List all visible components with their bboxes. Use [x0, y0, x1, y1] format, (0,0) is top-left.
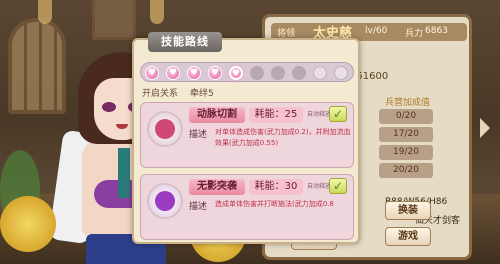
auto-cast-checkbox[interactable]: ✓	[329, 178, 347, 194]
description-label: 描述	[189, 130, 208, 140]
bond-node[interactable]	[334, 66, 348, 80]
bond-progress-track: ♥ ♥ ♥ ♥ ♥	[140, 62, 354, 82]
heart-icon: ♥	[168, 68, 178, 78]
auto-cast-label: 自动释放	[307, 183, 332, 190]
description-label: 描述	[189, 202, 208, 212]
bonus-value: 0/20	[379, 109, 433, 124]
bond-node[interactable]	[313, 66, 327, 80]
mouth	[116, 124, 128, 129]
bonus-section-title: 兵营加成值	[385, 98, 431, 108]
bond-node[interactable]: ♥	[187, 66, 201, 80]
level-text: lv/60	[365, 26, 388, 36]
bond-node[interactable]: ♥	[166, 66, 180, 80]
skill-name: 无影突袭	[189, 179, 245, 195]
next-arrow-icon[interactable]	[480, 118, 490, 138]
bond-node[interactable]	[292, 66, 306, 80]
description-line: 造成单体伤害并打断施法(武力加成0.8	[215, 200, 334, 208]
skill-cost: 耗能：30	[249, 179, 303, 195]
description-line: 效果(武力加成0.55)	[215, 139, 279, 147]
bond-node-current[interactable]: ♥	[229, 66, 243, 80]
bond-node[interactable]	[250, 66, 264, 80]
description-line: 对单体造成伤害(武力加成0.2)，并附加流血	[215, 128, 351, 136]
skill-card[interactable]: 无影突袭 耗能：30 自动释放 ✓ 描述 造成单体伤害并打断施法(武力加成0.8	[140, 174, 354, 240]
skill-route-panel: 技能路线 ♥ ♥ ♥ ♥ ♥ 开启关系 牵绊5 动脉切割 耗能：25 自动释放 …	[132, 32, 360, 244]
skill-card[interactable]: 动脉切割 耗能：25 自动释放 ✓ 描述 对单体造成伤害(武力加成0.2)，并附…	[140, 102, 354, 168]
pompom-left	[0, 196, 56, 252]
power-label: 兵力	[405, 29, 424, 39]
heart-icon: ♥	[147, 68, 157, 78]
heart-icon: ♥	[189, 68, 199, 78]
bond-node[interactable]	[271, 66, 285, 80]
skill-description: 对单体造成伤害(武力加成0.2)，并附加流血 效果(武力加成0.55)	[215, 127, 351, 149]
game-scene: 将领 太史慈 lv/60 兵力 6863 /51600 兵营加成值 0/20 1…	[0, 0, 500, 264]
skill-icon-core	[155, 119, 175, 139]
game-button[interactable]: 游戏	[385, 227, 431, 246]
skill-cost: 耗能：25	[249, 107, 303, 123]
bonus-value: 20/20	[379, 163, 433, 178]
skill-name: 动脉切割	[189, 107, 245, 123]
bonus-value: 19/20	[379, 145, 433, 160]
change-outfit-button[interactable]: 换装	[385, 201, 431, 220]
power-value: 6863	[425, 26, 448, 36]
auto-cast-label: 自动释放	[307, 111, 332, 118]
lamp-decoration	[38, 0, 52, 24]
slash-skill-icon	[147, 111, 183, 147]
bond-label: 牵绊5	[190, 89, 214, 99]
character-tie	[118, 148, 130, 198]
bonus-value: 17/20	[379, 127, 433, 142]
lamp-decoration	[150, 0, 164, 24]
heart-icon: ♥	[210, 68, 220, 78]
eye-left	[102, 102, 116, 112]
auto-cast-checkbox[interactable]: ✓	[329, 106, 347, 122]
skill-description: 造成单体伤害并打断施法(武力加成0.8	[215, 199, 351, 210]
background-window-upper	[92, 0, 136, 40]
assault-skill-icon	[147, 183, 183, 219]
heart-icon: ♥	[231, 69, 241, 79]
bond-node[interactable]: ♥	[145, 66, 159, 80]
bond-node[interactable]: ♥	[208, 66, 222, 80]
unlock-label: 开启关系	[142, 89, 179, 99]
skill-icon-core	[155, 191, 175, 211]
panel-title: 技能路线	[148, 32, 222, 52]
